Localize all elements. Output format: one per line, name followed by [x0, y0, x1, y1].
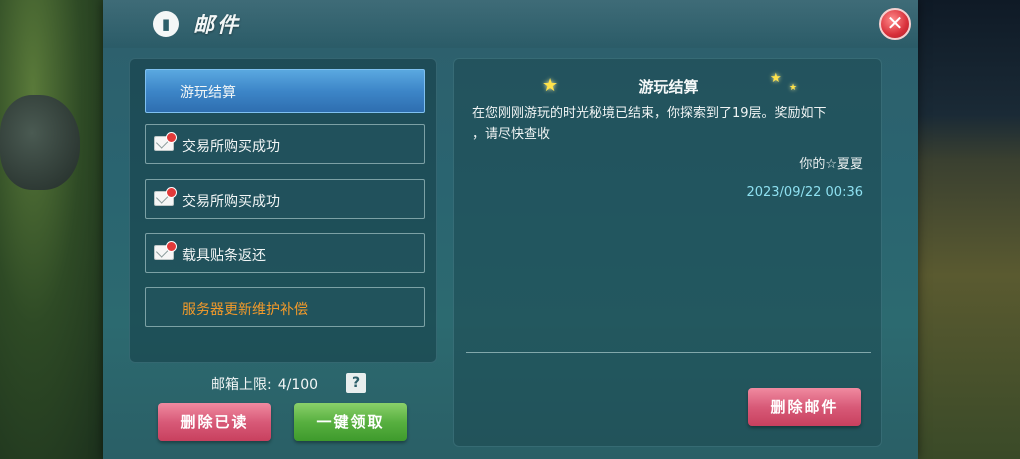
- mail-item-label: 载具贴条返还: [182, 248, 266, 264]
- delete-read-button[interactable]: 删除已读: [158, 403, 271, 441]
- mail-window: ▮ 邮件 ✕ 游玩结算 交易所购买成功 交易所购买成功 载具贴条返还 服务器更新…: [103, 0, 918, 459]
- mail-body-line: ，请尽快查收: [472, 127, 551, 142]
- background-right-scenery: [915, 0, 1020, 459]
- mail-item-0[interactable]: 游玩结算: [145, 69, 425, 113]
- mail-body-line: 在您刚刚游玩的时光秘境已结束，你探索到了19层。奖励如下: [472, 106, 827, 121]
- envelope-icon: [154, 187, 177, 206]
- mail-detail-panel: ★ ★ ★ 游玩结算 在您刚刚游玩的时光秘境已结束，你探索到了19层。奖励如下 …: [453, 58, 882, 447]
- divider: [466, 352, 871, 353]
- envelope-icon: [154, 241, 177, 260]
- close-button[interactable]: ✕: [879, 8, 911, 40]
- mail-book-icon: ▮: [153, 11, 179, 37]
- mail-item-3[interactable]: 载具贴条返还: [145, 233, 425, 273]
- capacity-label: 邮箱上限:: [211, 377, 272, 393]
- mail-datetime: 2023/09/22 00:36: [746, 185, 863, 200]
- mail-sender: 你的☆夏夏: [799, 157, 863, 172]
- mail-detail-title: 游玩结算: [638, 78, 699, 96]
- mail-item-2[interactable]: 交易所购买成功: [145, 179, 425, 219]
- mail-item-4[interactable]: 服务器更新维护补偿: [145, 287, 425, 327]
- background-rock: [0, 95, 80, 190]
- help-button[interactable]: ?: [346, 373, 366, 393]
- mail-item-label: 游玩结算: [180, 85, 236, 101]
- mail-detail-body: 在您刚刚游玩的时光秘境已结束，你探索到了19层。奖励如下 ，请尽快查收: [472, 103, 872, 145]
- title-bar: ▮ 邮件 ✕: [103, 0, 918, 48]
- mailbox-capacity: 邮箱上限: 4/100: [211, 374, 318, 394]
- claim-all-button[interactable]: 一键领取: [294, 403, 407, 441]
- mail-item-1[interactable]: 交易所购买成功: [145, 124, 425, 164]
- mail-item-label: 交易所购买成功: [182, 194, 280, 210]
- mail-item-label: 服务器更新维护补偿: [182, 302, 308, 318]
- delete-mail-button[interactable]: 删除邮件: [748, 388, 861, 426]
- window-title: 邮件: [193, 13, 241, 37]
- background-left-scenery: [0, 0, 110, 459]
- mail-list-panel: 游玩结算 交易所购买成功 交易所购买成功 载具贴条返还 服务器更新维护补偿: [129, 58, 437, 363]
- capacity-value: 4/100: [277, 377, 319, 393]
- mail-item-label: 交易所购买成功: [182, 139, 280, 155]
- envelope-icon: [154, 132, 177, 151]
